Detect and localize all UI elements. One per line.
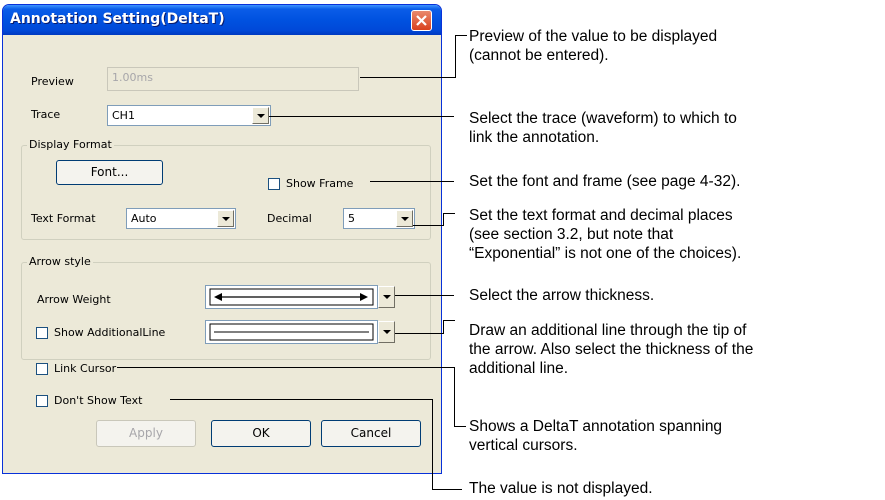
- annotation-line: Preview of the value to be displayed: [469, 28, 718, 45]
- link-cursor-label: Link Cursor: [54, 362, 117, 375]
- title-bar[interactable]: Annotation Setting(DeltaT): [3, 5, 441, 35]
- preview-label: Preview: [31, 75, 74, 88]
- preview-field: 1.00ms: [107, 67, 359, 91]
- trace-select[interactable]: CH1: [107, 105, 271, 126]
- decimal-dropdown-button[interactable]: [396, 210, 413, 227]
- show-additional-line-checkbox[interactable]: [36, 327, 48, 339]
- font-button[interactable]: Font...: [56, 160, 163, 185]
- annotation-setting-dialog: Annotation Setting(DeltaT) Preview 1.00m…: [2, 4, 442, 474]
- text-format-dropdown-button[interactable]: [217, 210, 234, 227]
- chevron-down-icon: [222, 217, 230, 221]
- annotation-preview: Preview of the value to be displayed (ca…: [469, 27, 717, 65]
- chevron-down-icon: [383, 330, 391, 334]
- dialog-title: Annotation Setting(DeltaT): [10, 11, 225, 27]
- annotation-format: Set the text format and decimal places (…: [469, 206, 741, 263]
- decimal-value: 5: [348, 212, 355, 225]
- chevron-down-icon: [401, 217, 409, 221]
- annotation-trace: Select the trace (waveform) to which to …: [469, 109, 737, 147]
- annotation-dont-show-text: The value is not displayed.: [469, 480, 653, 497]
- show-frame-label: Show Frame: [286, 177, 354, 190]
- text-format-label: Text Format: [31, 212, 96, 225]
- chevron-down-icon: [383, 295, 391, 299]
- chevron-down-icon: [257, 114, 265, 118]
- annotation-line: Select the trace (waveform) to which to: [469, 110, 737, 127]
- annotation-link-cursor: Shows a DeltaT annotation spanning verti…: [469, 417, 722, 455]
- additional-line-select[interactable]: [205, 320, 378, 344]
- additional-line-dropdown-button[interactable]: [378, 321, 395, 343]
- annotation-line: “Exponential” is not one of the choices)…: [469, 245, 742, 262]
- arrow-weight-label: Arrow Weight: [37, 293, 111, 306]
- dont-show-text-checkbox[interactable]: [36, 395, 48, 407]
- link-cursor-checkbox[interactable]: [36, 363, 48, 375]
- arrow-style-legend: Arrow style: [27, 255, 93, 268]
- arrow-weight-dropdown-button[interactable]: [378, 286, 395, 308]
- ok-button[interactable]: OK: [211, 420, 311, 447]
- annotation-line: (see section 3.2, but note that: [469, 226, 674, 243]
- decimal-label: Decimal: [267, 212, 312, 225]
- text-format-value: Auto: [131, 212, 157, 225]
- show-frame-checkbox[interactable]: [268, 178, 280, 190]
- double-arrow-icon: [209, 288, 374, 306]
- cancel-button[interactable]: Cancel: [321, 420, 421, 447]
- display-format-legend: Display Format: [27, 138, 114, 151]
- dont-show-text-label: Don't Show Text: [54, 394, 143, 407]
- trace-value: CH1: [112, 109, 135, 122]
- annotation-font-frame: Set the font and frame (see page 4-32).: [469, 173, 741, 190]
- annotation-line: the arrow. Also select the thickness of …: [469, 341, 754, 358]
- arrow-style-group: [21, 262, 431, 360]
- trace-label: Trace: [31, 108, 61, 121]
- annotation-line: Shows a DeltaT annotation spanning: [469, 418, 723, 435]
- annotation-arrow: Select the arrow thickness.: [469, 287, 655, 304]
- annotation-line: link the annotation.: [469, 129, 600, 146]
- show-additional-line-label: Show AdditionalLine: [54, 326, 166, 339]
- annotation-line: vertical cursors.: [469, 437, 578, 454]
- apply-button[interactable]: Apply: [96, 420, 196, 447]
- annotation-line: Draw an additional line through the tip …: [469, 322, 747, 339]
- close-button[interactable]: [411, 10, 432, 31]
- close-icon: [416, 15, 427, 26]
- trace-dropdown-button[interactable]: [252, 107, 269, 124]
- line-style-icon: [209, 323, 374, 341]
- arrow-weight-select[interactable]: [205, 285, 378, 309]
- annotation-line: additional line.: [469, 360, 569, 377]
- annotation-line: Set the text format and decimal places: [469, 207, 733, 224]
- annotation-additional-line: Draw an additional line through the tip …: [469, 321, 753, 378]
- annotation-line: (cannot be entered).: [469, 47, 609, 64]
